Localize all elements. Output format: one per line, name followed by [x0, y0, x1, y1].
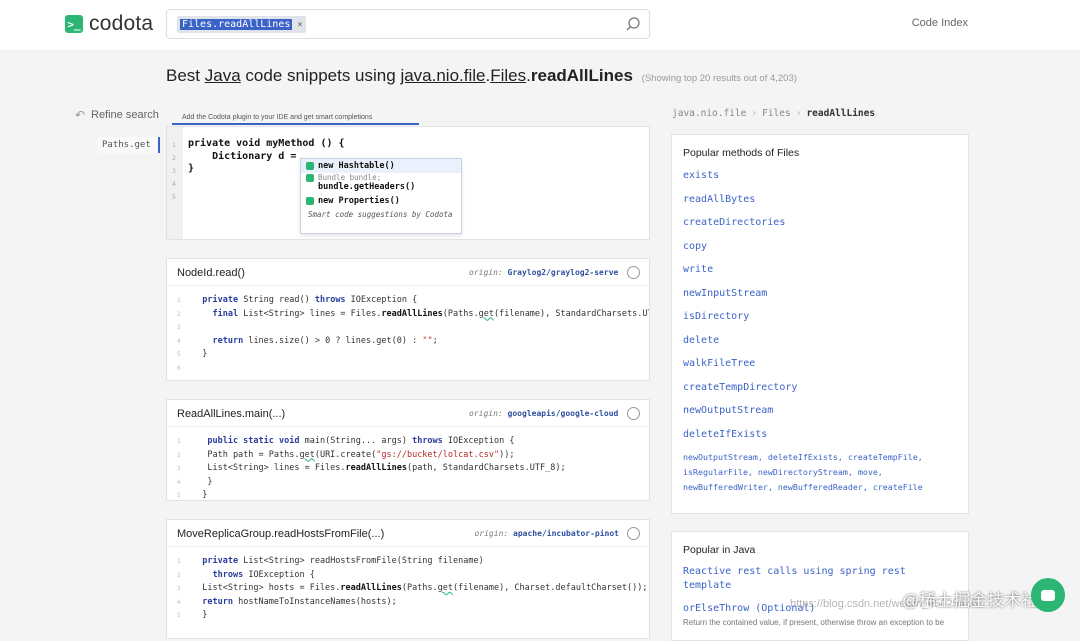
- panel-title: Popular methods of Files: [683, 147, 800, 159]
- method-link[interactable]: isDirectory: [683, 305, 968, 329]
- breadcrumb: java.nio.file › Files › readAllLines: [672, 108, 876, 119]
- chat-button[interactable]: [1031, 578, 1065, 612]
- breadcrumb-package[interactable]: java.nio.file: [672, 108, 746, 119]
- code-index-link[interactable]: Code Index: [912, 17, 968, 29]
- logo-text: codota: [89, 12, 154, 35]
- method-link[interactable]: deleteIfExists: [683, 423, 968, 447]
- snippet-origin[interactable]: origin: Graylog2/graylog2-server: [469, 268, 619, 277]
- chat-icon: [1041, 589, 1055, 601]
- suggestion-item[interactable]: new Hashtable(): [301, 159, 461, 173]
- snippet-code: 1 public static void main(String... args…: [177, 436, 566, 500]
- search-chip-label: Files.readAllLines: [180, 19, 293, 30]
- snippet-header: ReadAllLines.main(...) origin: googleapi…: [167, 400, 649, 427]
- github-icon[interactable]: [627, 407, 640, 420]
- panel-title: Popular in Java: [683, 544, 756, 556]
- refine-arrow-icon: ↶: [75, 108, 86, 122]
- page-title: Best Java code snippets using java.nio.f…: [166, 66, 797, 85]
- github-icon[interactable]: [627, 527, 640, 540]
- method-link[interactable]: createDirectories: [683, 211, 968, 235]
- snippet-card: MoveReplicaGroup.readHostsFromFile(...) …: [166, 519, 650, 639]
- method-link[interactable]: write: [683, 258, 968, 282]
- package-link[interactable]: java.nio.file: [400, 66, 485, 85]
- more-methods[interactable]: newOutputStream, deleteIfExists, createT…: [672, 446, 968, 495]
- snippet-title[interactable]: ReadAllLines.main(...): [177, 408, 285, 420]
- method-link[interactable]: walkFileTree: [683, 352, 968, 376]
- method-link[interactable]: exists: [683, 164, 968, 188]
- method-link[interactable]: newInputStream: [683, 282, 968, 306]
- snippet-header: NodeId.read() origin: Graylog2/graylog2-…: [167, 259, 649, 286]
- suggestion-footer: Smart code suggestions by Codota: [308, 210, 453, 219]
- snippet-title[interactable]: NodeId.read(): [177, 267, 245, 279]
- method-link[interactable]: newOutputStream: [683, 399, 968, 423]
- snippet-origin[interactable]: origin: googleapis/google-cloud-java: [469, 409, 619, 418]
- codota-logo[interactable]: >_ codota: [65, 12, 153, 36]
- plugin-banner[interactable]: Add the Codota plugin to your IDE and ge…: [172, 110, 419, 125]
- snippet-code: 1 private List<String> readHostsFromFile…: [177, 556, 648, 620]
- snippet-origin[interactable]: origin: apache/incubator-pinot: [474, 529, 619, 538]
- method-name: readAllLines: [530, 66, 633, 85]
- suggestion-icon: [306, 174, 314, 182]
- method-link[interactable]: copy: [683, 235, 968, 259]
- snippet-title[interactable]: MoveReplicaGroup.readHostsFromFile(...): [177, 528, 384, 540]
- class-link[interactable]: Files: [490, 66, 526, 85]
- method-link[interactable]: readAllBytes: [683, 188, 968, 212]
- snippet-card: NodeId.read() origin: Graylog2/graylog2-…: [166, 258, 650, 381]
- results-count: (Showing top 20 results out of 4,203): [641, 73, 797, 84]
- search-chip[interactable]: Files.readAllLines ×: [177, 16, 306, 33]
- breadcrumb-class[interactable]: Files: [762, 108, 791, 119]
- suggestion-icon: [306, 197, 314, 205]
- method-link[interactable]: createTempDirectory: [683, 376, 968, 400]
- line-numbers: 1 2 3 4 5: [167, 127, 183, 239]
- suggestion-icon: [306, 162, 314, 170]
- suggestion-item[interactable]: new Properties(): [301, 194, 461, 208]
- popular-desc: Return the contained value, if present, …: [683, 618, 945, 627]
- top-bar: >_ codota Files.readAllLines × Code Inde…: [0, 0, 1080, 50]
- suggestion-popup: new Hashtable() Bundle bundle; bundle.ge…: [300, 158, 462, 234]
- snippet-code: 1 private String read() throws IOExcepti…: [177, 295, 649, 372]
- refine-search: ↶ Refine search: [75, 108, 159, 122]
- refine-label: Refine search: [91, 109, 159, 121]
- lang-link[interactable]: Java: [205, 66, 241, 85]
- snippet-card: ReadAllLines.main(...) origin: googleapi…: [166, 399, 650, 501]
- suggestion-item[interactable]: Bundle bundle; bundle.getHeaders(): [301, 173, 461, 194]
- snippet-header: MoveReplicaGroup.readHostsFromFile(...) …: [167, 520, 649, 547]
- filter-paths-get[interactable]: Paths.get: [97, 137, 160, 153]
- search-bar[interactable]: Files.readAllLines ×: [166, 9, 650, 39]
- chip-close-icon[interactable]: ×: [297, 20, 302, 30]
- logo-icon: >_: [65, 15, 83, 33]
- github-icon[interactable]: [627, 266, 640, 279]
- method-link[interactable]: delete: [683, 329, 968, 353]
- search-icon[interactable]: [625, 16, 641, 32]
- method-list: exists readAllBytes createDirectories co…: [672, 159, 968, 446]
- popular-methods-panel: Popular methods of Files exists readAllB…: [671, 134, 969, 514]
- breadcrumb-method: readAllLines: [806, 108, 876, 119]
